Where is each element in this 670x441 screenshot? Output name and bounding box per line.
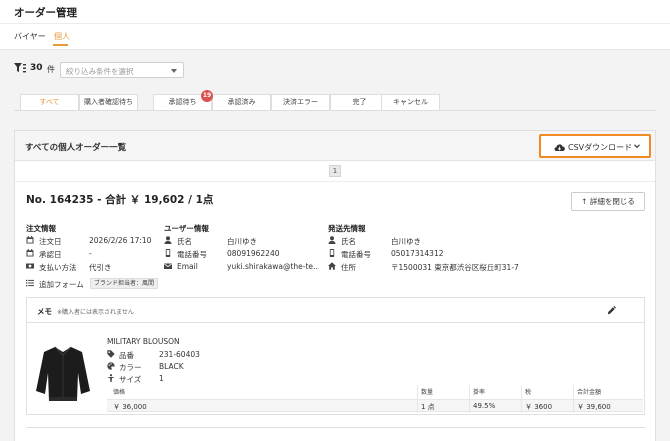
person-standing-icon [108,374,114,382]
csv-download-label: CSVダウンロード [568,143,633,152]
approval-date-value: - [89,249,92,258]
ship-phone-label: 電話番号 [341,250,371,259]
payment-method-value: 代引き [89,263,112,272]
size-value: 1 [159,374,164,383]
cell-quantity: 1 点 [421,403,435,411]
cell-tax: ￥ 3600 [525,403,553,411]
chevron-down-icon [634,144,640,149]
sku-value: 231-60403 [159,350,200,359]
filter-icon [14,63,26,73]
pending-count-badge: 19 [201,90,213,102]
card-divider [15,181,655,182]
ship-phone-value: 05017314312 [391,249,444,258]
user-icon [164,236,172,244]
col-divider [573,385,574,413]
memo-box: メモ ※購入者には表示されません [26,297,645,323]
table-row [107,399,643,412]
header-divider [0,23,670,24]
status-tab-cancelled[interactable]: キャンセル [381,94,440,110]
page-header: オーダー管理 バイヤー 個人 [0,0,670,50]
tab-buyer[interactable]: バイヤー [14,31,46,42]
cell-total: ￥ 39,600 [577,403,611,411]
user-icon [328,236,336,244]
col-divider [469,385,470,413]
order-info-heading: 注文情報 [26,224,56,233]
envelope-icon [164,263,172,269]
col-divider [417,385,418,413]
memo-note: ※購入者には表示されません [57,309,134,316]
calendar-icon [26,236,34,244]
status-tab-all[interactable]: すべて [20,94,79,110]
payment-method-label: 支払い方法 [39,263,77,272]
status-tab-payment-error[interactable]: 決済エラー [271,94,330,110]
chevron-down-icon [171,69,177,73]
order-list-card: すべての個人オーダー一覧 CSVダウンロード 1 No. 164235 - 合計… [14,130,656,441]
user-email-value: yuki.shirakawa@the-te… [227,262,319,271]
size-label: サイズ [119,375,142,384]
ship-name-label: 氏名 [341,237,356,246]
ship-address-value: 〒1500031 東京都渋谷区桜丘町31-7 [391,263,519,272]
money-icon [26,263,34,269]
cell-price: ￥ 36,000 [113,403,147,411]
color-value: BLACK [159,362,184,371]
pagination-page-1[interactable]: 1 [329,165,341,177]
active-tab-indicator [53,44,68,46]
user-name-value: 白川ゆき [227,237,257,246]
product-image [36,346,90,401]
col-header-total: 合計金額 [577,389,602,396]
tag-icon [107,350,115,358]
col-header-rate: 掛率 [473,389,486,396]
page-title: オーダー管理 [14,7,77,19]
col-header-tax: 税 [525,389,532,396]
csv-download-button[interactable]: CSVダウンロード [539,134,651,158]
list-icon [26,279,34,287]
mobile-phone-icon [329,249,335,257]
card-header: すべての個人オーダー一覧 CSVダウンロード [15,131,655,161]
col-header-price: 価格 [113,389,126,396]
mobile-phone-icon [165,249,171,257]
memo-title: メモ [37,307,52,316]
result-count-unit: 件 [47,65,55,74]
sku-label: 品番 [119,351,134,360]
user-phone-value: 08091962240 [227,249,280,258]
cell-rate: 49.5% [473,402,496,410]
user-info-heading: ユーザー情報 [164,224,209,233]
status-tab-approved[interactable]: 承認済み [212,94,271,110]
home-icon [328,262,336,270]
approval-date-label: 承認日 [39,250,62,259]
card-bottom-divider [26,427,645,428]
shipping-info-heading: 発送先情報 [328,224,366,233]
palette-icon [107,362,115,370]
order-date-label: 注文日 [39,237,62,246]
status-tab-awaiting-buyer[interactable]: 購入者確認待ち [79,94,138,110]
tabs-baseline [14,110,656,111]
ship-name-value: 白川ゆき [391,237,421,246]
product-name: MILITARY BLOUSON [107,337,180,346]
col-header-quantity: 数量 [421,389,434,396]
order-summary: No. 164235 - 合計 ￥ 19,602 / 1点 [26,194,214,206]
pencil-icon[interactable] [607,306,616,315]
tab-individual[interactable]: 個人 [54,31,70,42]
extra-form-label: 追加フォーム [39,280,84,289]
result-count: 30 [30,63,43,73]
user-name-label: 氏名 [177,237,192,246]
brand-manager-chip: ブランド担当者：風間 [90,278,159,289]
filter-placeholder: 絞り込み条件を選択 [66,67,134,76]
calendar-check-icon [26,249,34,257]
filter-condition-select[interactable]: 絞り込み条件を選択 [60,62,184,78]
card-title: すべての個人オーダー一覧 [25,143,127,153]
col-divider [521,385,522,413]
user-phone-label: 電話番号 [177,250,207,259]
order-date-value: 2026/2/26 17:10 [89,236,152,245]
cloud-download-icon [554,144,565,152]
user-email-label: Email [177,262,198,271]
close-details-button[interactable]: ↑ 詳細を閉じる [571,192,645,211]
color-label: カラー [119,363,142,372]
ship-address-label: 住所 [341,263,356,272]
